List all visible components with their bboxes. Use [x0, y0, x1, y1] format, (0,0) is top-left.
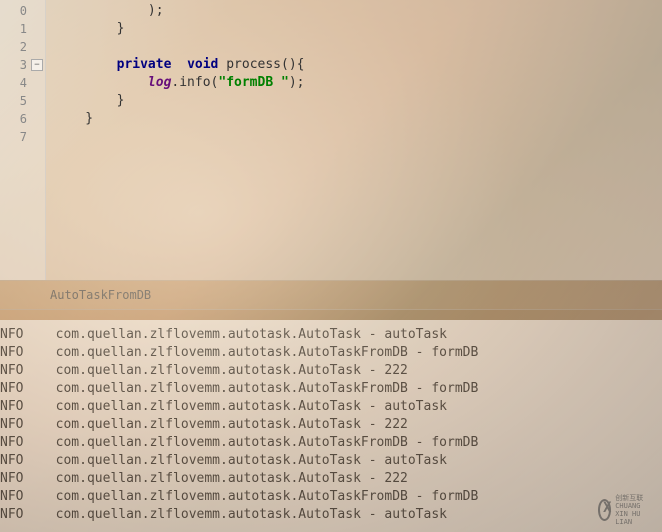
- watermark-sub: CHUANG XIN HU LIAN: [615, 502, 654, 526]
- watermark-logo: 创新互联 CHUANG XIN HU LIAN: [598, 496, 654, 524]
- log-line: NFO com.quellan.zlflovemm.autotask.AutoT…: [0, 362, 662, 380]
- editor-gutter: 0123−4567: [0, 0, 46, 280]
- line-number: 7: [0, 128, 45, 146]
- log-line: NFO com.quellan.zlflovemm.autotask.AutoT…: [0, 344, 662, 362]
- code-line[interactable]: [54, 38, 662, 56]
- watermark-brand: 创新互联: [615, 494, 654, 502]
- line-number: 2: [0, 38, 45, 56]
- code-line[interactable]: }: [54, 20, 662, 38]
- log-line: NFO com.quellan.zlflovemm.autotask.AutoT…: [0, 470, 662, 488]
- line-number: 0: [0, 2, 45, 20]
- code-line[interactable]: log.info("formDB ");: [54, 74, 662, 92]
- code-line[interactable]: private void process(){: [54, 56, 662, 74]
- code-editor[interactable]: 0123−4567 ); } private void process(){ l…: [0, 0, 662, 280]
- line-number: 6: [0, 110, 45, 128]
- code-line[interactable]: [54, 128, 662, 146]
- logo-icon: [598, 499, 611, 521]
- fold-toggle-icon[interactable]: −: [31, 59, 43, 71]
- line-number: 1: [0, 20, 45, 38]
- line-number: 5: [0, 92, 45, 110]
- code-line[interactable]: }: [54, 92, 662, 110]
- breadcrumb-class[interactable]: AutoTaskFromDB: [50, 288, 151, 302]
- code-line[interactable]: }: [54, 110, 662, 128]
- log-line: NFO com.quellan.zlflovemm.autotask.AutoT…: [0, 380, 662, 398]
- code-content[interactable]: ); } private void process(){ log.info("f…: [46, 0, 662, 280]
- line-number: 4: [0, 74, 45, 92]
- log-line: NFO com.quellan.zlflovemm.autotask.AutoT…: [0, 398, 662, 416]
- log-line: NFO com.quellan.zlflovemm.autotask.AutoT…: [0, 416, 662, 434]
- log-line: NFO com.quellan.zlflovemm.autotask.AutoT…: [0, 452, 662, 470]
- log-line: NFO com.quellan.zlflovemm.autotask.AutoT…: [0, 506, 662, 524]
- log-line: NFO com.quellan.zlflovemm.autotask.AutoT…: [0, 434, 662, 452]
- log-line: NFO com.quellan.zlflovemm.autotask.AutoT…: [0, 326, 662, 344]
- panel-divider[interactable]: [0, 310, 662, 320]
- console-output[interactable]: NFO com.quellan.zlflovemm.autotask.AutoT…: [0, 320, 662, 532]
- breadcrumb-bar: AutoTaskFromDB: [0, 280, 662, 310]
- log-line: NFO com.quellan.zlflovemm.autotask.AutoT…: [0, 488, 662, 506]
- code-line[interactable]: );: [54, 2, 662, 20]
